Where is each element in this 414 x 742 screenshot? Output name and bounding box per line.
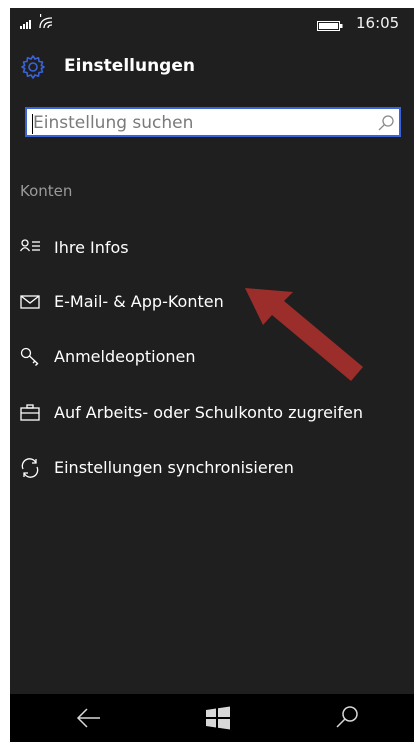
- page-title: Einstellungen: [64, 56, 195, 76]
- menu-item-label: Auf Arbeits- oder Schulkonto zugreifen: [54, 403, 363, 422]
- menu-item-arbeits-schulkonto[interactable]: Auf Arbeits- oder Schulkonto zugreifen: [10, 394, 414, 434]
- search-icon[interactable]: [377, 114, 395, 132]
- phone-screen: 16:05 Einstellungen Konten Ihre Infos: [10, 8, 414, 742]
- menu-item-label: E-Mail- & App-Konten: [54, 292, 224, 311]
- menu-item-label: Einstellungen synchronisieren: [54, 458, 294, 477]
- menu-item-ihre-infos[interactable]: Ihre Infos: [10, 229, 414, 269]
- status-time: 16:05: [356, 14, 400, 32]
- search-input[interactable]: [33, 111, 363, 135]
- menu-item-sync[interactable]: Einstellungen synchronisieren: [10, 449, 414, 489]
- battery-icon: [317, 21, 343, 31]
- wifi-icon: [39, 14, 53, 29]
- key-icon: [20, 347, 39, 366]
- search-box[interactable]: [25, 107, 401, 137]
- windows-logo-icon[interactable]: [203, 704, 233, 732]
- mail-icon: [20, 295, 40, 309]
- search-icon[interactable]: [332, 704, 362, 732]
- section-title-konten: Konten: [20, 182, 73, 200]
- person-list-icon: [20, 239, 40, 252]
- sync-icon: [21, 458, 39, 478]
- navigation-bar: [10, 694, 414, 742]
- menu-item-label: Anmeldeoptionen: [54, 347, 196, 366]
- briefcase-icon: [20, 404, 40, 421]
- signal-strength-icon: [20, 20, 31, 29]
- menu-item-label: Ihre Infos: [54, 238, 129, 257]
- gear-icon: [21, 55, 45, 79]
- status-bar: 16:05: [10, 8, 414, 38]
- back-arrow-icon[interactable]: [74, 704, 104, 732]
- annotation-arrow: [245, 288, 363, 381]
- text-caret: [32, 114, 33, 134]
